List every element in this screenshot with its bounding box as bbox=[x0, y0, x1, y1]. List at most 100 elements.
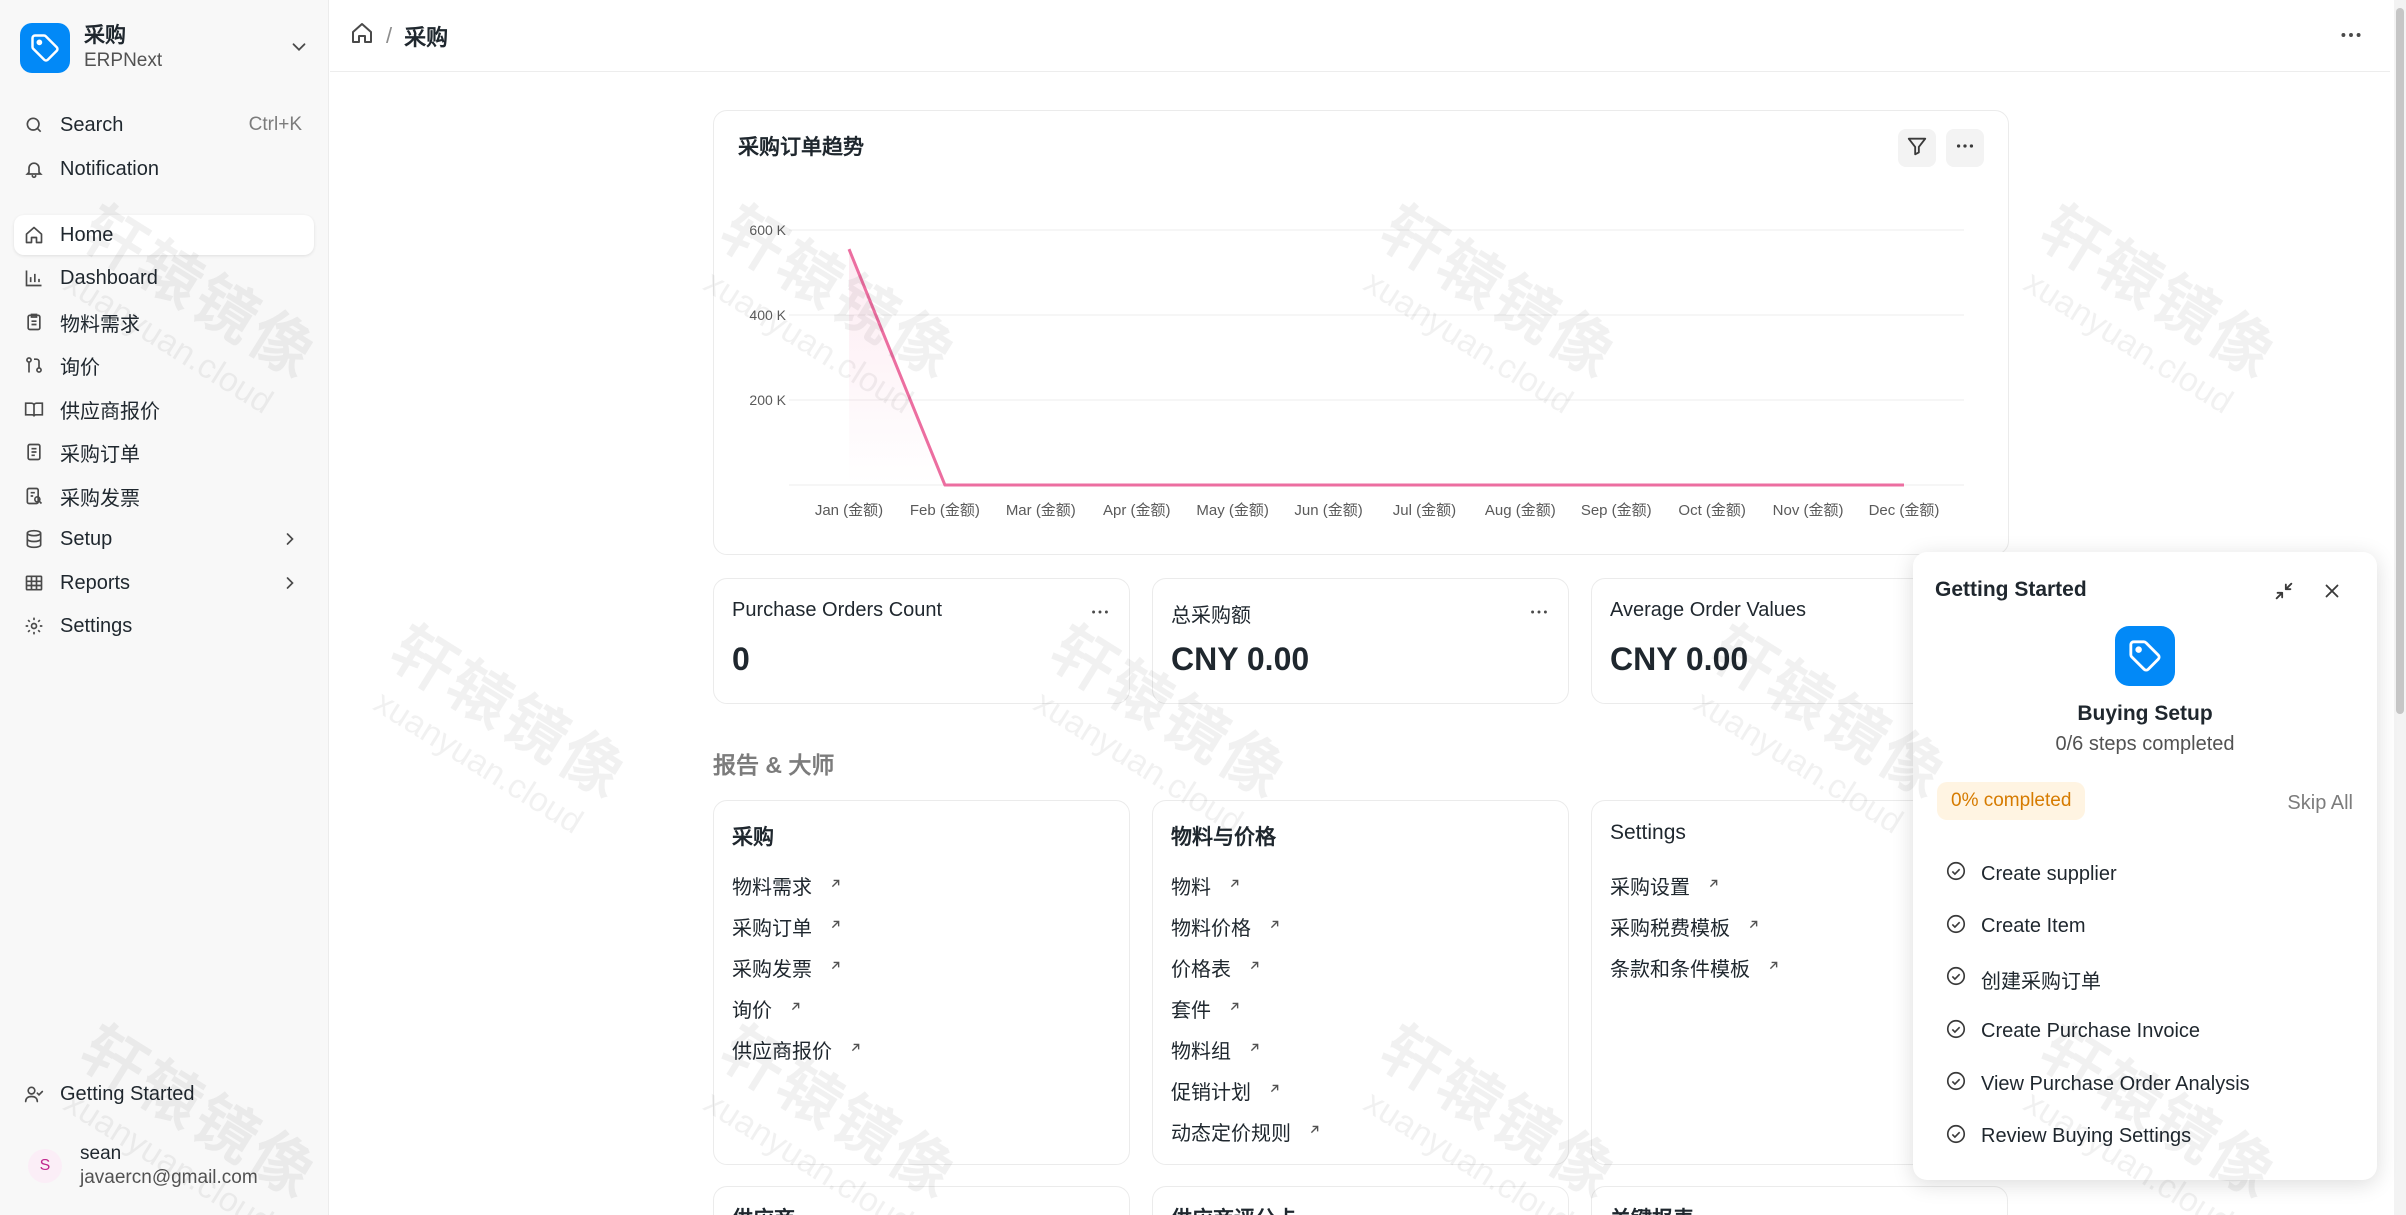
number-card-label: Average Order Values bbox=[1610, 599, 1807, 621]
scrollbar-thumb[interactable] bbox=[2396, 8, 2404, 714]
chart-filter-button[interactable] bbox=[1898, 129, 1936, 167]
link-label: 采购设置 bbox=[1610, 877, 1690, 899]
link-item[interactable]: 促销计划 bbox=[1171, 1070, 1322, 1111]
line-chart: 200 K 400 K 600 K Jan (金额) Feb (金额) Mar (金额) A… bbox=[749, 222, 1964, 519]
link-list: 采购设置 采购税费模板 条款和条件模板 bbox=[1610, 865, 1781, 988]
x-tick-label: Jun (金额) bbox=[1294, 502, 1362, 519]
step-item[interactable]: Create supplier bbox=[1945, 848, 2250, 901]
getting-started-panel: Getting Started Buying Setup 0/6 steps c… bbox=[1913, 552, 2377, 1180]
sidebar-item-label: Reports bbox=[60, 571, 131, 594]
link-item[interactable]: 采购设置 bbox=[1610, 865, 1781, 906]
arrow-up-right-icon bbox=[1706, 874, 1721, 897]
link-item[interactable]: 物料价格 bbox=[1171, 906, 1322, 947]
user-menu[interactable]: S sean javaercn@gmail.com bbox=[20, 1138, 310, 1194]
link-item[interactable]: 询价 bbox=[732, 988, 863, 1029]
number-card-po-count[interactable]: Purchase Orders Count 0 bbox=[713, 578, 1130, 704]
chart-title: 采购订单趋势 bbox=[738, 136, 864, 159]
more-horizontal-icon[interactable] bbox=[1528, 601, 1550, 628]
link-item[interactable]: 物料 bbox=[1171, 865, 1322, 906]
sidebar-item-purchase-invoice[interactable]: 采购发票 bbox=[14, 476, 314, 516]
sidebar-item-home[interactable]: Home bbox=[14, 215, 314, 255]
link-item[interactable]: 采购订单 bbox=[732, 906, 863, 947]
arrow-up-right-icon bbox=[1307, 1120, 1322, 1143]
steps-completed-text: 0/6 steps completed bbox=[2055, 733, 2235, 755]
steps-list: Create supplier Create Item 创建采购订单 Creat… bbox=[1945, 848, 2250, 1163]
top-bar: / 采购 bbox=[330, 0, 2390, 72]
number-card-total-purchase[interactable]: 总采购额 CNY 0.00 bbox=[1152, 578, 1569, 704]
sidebar-item-setup[interactable]: Setup bbox=[14, 519, 314, 559]
app-switcher[interactable]: 采购 ERPNext bbox=[20, 20, 310, 76]
link-label: 促销计划 bbox=[1171, 1082, 1251, 1104]
link-label: 动态定价规则 bbox=[1171, 1123, 1291, 1145]
chart-more-button[interactable] bbox=[1946, 129, 1984, 167]
x-tick-label: Mar (金额) bbox=[1006, 502, 1076, 519]
link-card-title: 物料与价格 bbox=[1171, 826, 1276, 849]
breadcrumb-current[interactable]: 采购 bbox=[404, 20, 448, 52]
link-card-title: Settings bbox=[1610, 821, 1686, 844]
link-item[interactable]: 采购发票 bbox=[732, 947, 863, 988]
step-item[interactable]: Review Buying Settings bbox=[1945, 1111, 2250, 1164]
database-icon bbox=[22, 527, 46, 551]
more-horizontal-icon[interactable] bbox=[2338, 22, 2364, 53]
section-heading: 报告 & 大师 bbox=[713, 752, 835, 778]
book-open-icon bbox=[22, 397, 46, 421]
link-item[interactable]: 价格表 bbox=[1171, 947, 1322, 988]
arrow-up-right-icon bbox=[828, 915, 843, 938]
arrow-up-right-icon bbox=[1227, 874, 1242, 897]
link-item[interactable]: 物料组 bbox=[1171, 1029, 1322, 1070]
link-list: 物料需求 采购订单 采购发票 询价 供应商报价 bbox=[732, 865, 863, 1070]
y-tick-label: 600 K bbox=[749, 222, 786, 238]
link-item[interactable]: 动态定价规则 bbox=[1171, 1111, 1322, 1152]
chevron-down-icon[interactable] bbox=[288, 36, 310, 63]
skip-all-button[interactable]: Skip All bbox=[2287, 792, 2353, 815]
home-icon[interactable] bbox=[350, 21, 374, 51]
notification-button[interactable]: Notification bbox=[14, 149, 314, 189]
number-card-value: 0 bbox=[732, 641, 750, 677]
minimize-icon[interactable] bbox=[2273, 580, 2295, 607]
sidebar-item-rfq[interactable]: 询价 bbox=[14, 345, 314, 385]
app-subtitle: ERPNext bbox=[84, 50, 163, 71]
arrow-up-right-icon bbox=[1227, 997, 1242, 1020]
x-tick-label: Jan (金额) bbox=[815, 502, 883, 519]
number-card-label: 总采购额 bbox=[1171, 605, 1251, 627]
step-item[interactable]: 创建采购订单 bbox=[1945, 953, 2250, 1006]
setup-title: Buying Setup bbox=[2077, 702, 2213, 725]
filter-icon bbox=[1906, 135, 1928, 162]
step-item[interactable]: View Purchase Order Analysis bbox=[1945, 1058, 2250, 1111]
sidebar-item-dashboard[interactable]: Dashboard bbox=[14, 258, 314, 298]
link-item[interactable]: 套件 bbox=[1171, 988, 1322, 1029]
x-tick-label: Dec (金额) bbox=[1869, 502, 1940, 519]
sidebar-item-reports[interactable]: Reports bbox=[14, 563, 314, 603]
clipboard-icon bbox=[22, 310, 46, 334]
search-button[interactable]: Search Ctrl+K bbox=[14, 105, 314, 145]
tag-icon bbox=[20, 23, 70, 73]
sidebar-item-label: 物料需求 bbox=[60, 313, 140, 336]
more-horizontal-icon[interactable] bbox=[1089, 601, 1111, 628]
sidebar-item-label: Settings bbox=[60, 614, 133, 637]
link-item[interactable]: 条款和条件模板 bbox=[1610, 947, 1781, 988]
link-item[interactable]: 物料需求 bbox=[732, 865, 863, 906]
link-label: 采购发票 bbox=[732, 959, 812, 981]
step-item[interactable]: Create Item bbox=[1945, 901, 2250, 954]
bell-icon bbox=[22, 157, 46, 181]
x-tick-label: Jul (金额) bbox=[1393, 502, 1456, 519]
sidebar-item-material-request[interactable]: 物料需求 bbox=[14, 302, 314, 342]
sidebar-item-settings[interactable]: Settings bbox=[14, 606, 314, 646]
arrow-up-right-icon bbox=[1267, 915, 1282, 938]
sidebar-item-label: 询价 bbox=[60, 356, 100, 379]
chevron-right-icon bbox=[280, 529, 300, 555]
getting-started-button[interactable]: Getting Started bbox=[14, 1074, 314, 1114]
link-label: 物料组 bbox=[1171, 1041, 1231, 1063]
link-item[interactable]: 供应商报价 bbox=[732, 1029, 863, 1070]
step-label: Create Purchase Invoice bbox=[1981, 1020, 2201, 1043]
close-icon[interactable] bbox=[2321, 580, 2343, 607]
chart-card: 200 K 400 K 600 K Jan (金额) Feb (金额) Mar (金额) A… bbox=[713, 110, 2009, 555]
sidebar-item-supplier-quotation[interactable]: 供应商报价 bbox=[14, 389, 314, 429]
link-item[interactable]: 采购税费模板 bbox=[1610, 906, 1781, 947]
x-tick-label: Aug (金额) bbox=[1485, 502, 1556, 519]
step-item[interactable]: Create Purchase Invoice bbox=[1945, 1006, 2250, 1059]
sidebar-item-purchase-order[interactable]: 采购订单 bbox=[14, 432, 314, 472]
arrow-up-right-icon bbox=[788, 997, 803, 1020]
link-card-supplier: 供应商 bbox=[713, 1186, 1130, 1215]
step-label: Create Item bbox=[1981, 915, 2086, 938]
